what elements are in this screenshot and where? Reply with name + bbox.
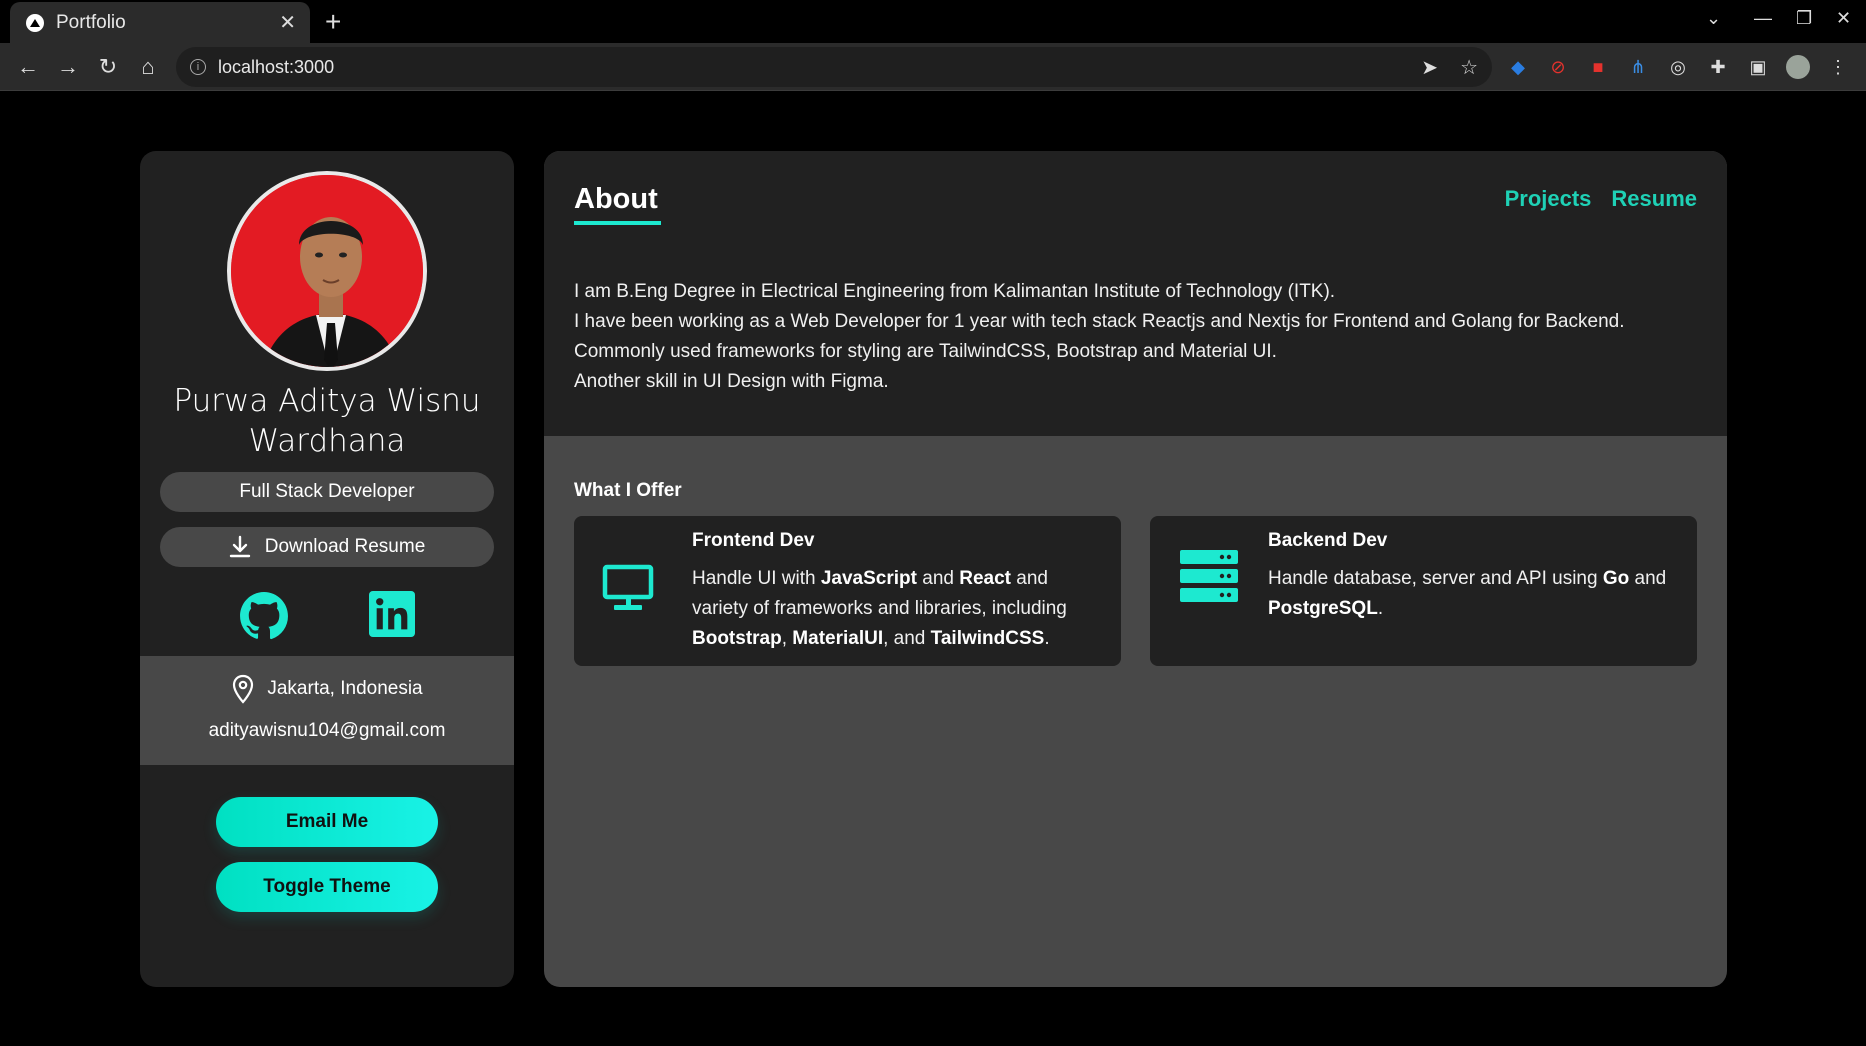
address-bar[interactable]: i localhost:3000 ➤ ☆ bbox=[176, 47, 1492, 87]
tab-about[interactable]: About bbox=[574, 183, 658, 216]
tab-title: Portfolio bbox=[56, 11, 126, 33]
card-description: Handle database, server and API using Go… bbox=[1268, 564, 1668, 624]
reload-icon[interactable]: ↻ bbox=[94, 53, 122, 81]
role-badge: Full Stack Developer bbox=[160, 472, 494, 512]
email-text: adityawisnu104@gmail.com bbox=[208, 720, 446, 741]
extension-diamond-icon[interactable]: ◆ bbox=[1506, 55, 1530, 79]
main-panel: About Projects Resume I am B.Eng Degree … bbox=[544, 151, 1727, 987]
card-text-bold: MaterialUI bbox=[792, 628, 884, 649]
download-icon bbox=[229, 535, 250, 558]
offer-card-frontend: Frontend Dev Handle UI with JavaScript a… bbox=[574, 516, 1121, 666]
about-line: I am B.Eng Degree in Electrical Engineer… bbox=[574, 281, 1336, 302]
home-icon[interactable]: ⌂ bbox=[134, 53, 162, 81]
card-text-part: , bbox=[781, 628, 793, 649]
side-panel-icon[interactable]: ▣ bbox=[1746, 55, 1770, 79]
server-icon bbox=[1180, 550, 1238, 602]
forward-icon[interactable]: → bbox=[54, 53, 82, 81]
card-text-part: . bbox=[1044, 628, 1050, 649]
card-text-part: and bbox=[916, 568, 960, 589]
github-icon[interactable] bbox=[239, 591, 289, 641]
extension-target-icon[interactable]: ◎ bbox=[1666, 55, 1690, 79]
avatar bbox=[227, 171, 427, 371]
tab-search-icon[interactable]: ⌄ bbox=[1706, 8, 1721, 29]
card-text-bold: JavaScript bbox=[820, 568, 917, 589]
url-text: localhost:3000 bbox=[218, 56, 335, 77]
location-row: Jakarta, Indonesia bbox=[140, 674, 514, 704]
download-resume-label: Download Resume bbox=[264, 536, 426, 557]
about-section: About Projects Resume I am B.Eng Degree … bbox=[544, 151, 1727, 436]
card-text-part: , and bbox=[883, 628, 931, 649]
extension-block-icon[interactable]: ⊘ bbox=[1546, 55, 1570, 79]
extensions-puzzle-icon[interactable]: ✚ bbox=[1706, 55, 1730, 79]
tab-close-button[interactable]: ✕ bbox=[279, 10, 296, 35]
card-title: Frontend Dev bbox=[692, 530, 815, 551]
offer-heading: What I Offer bbox=[574, 480, 682, 501]
card-text-bold: Bootstrap bbox=[692, 628, 782, 649]
extension-graph-icon[interactable]: ⋔ bbox=[1626, 55, 1650, 79]
card-text-bold: PostgreSQL bbox=[1268, 598, 1378, 619]
email-me-button[interactable]: Email Me bbox=[216, 797, 438, 847]
card-text-part: . bbox=[1377, 598, 1384, 619]
profile-card: Purwa Aditya Wisnu Wardhana Full Stack D… bbox=[140, 151, 514, 987]
vercel-favicon-icon bbox=[26, 13, 44, 32]
location-pin-icon bbox=[233, 674, 254, 704]
new-tab-button[interactable]: + bbox=[325, 6, 341, 38]
browser-menu-icon[interactable]: ⋮ bbox=[1826, 55, 1850, 79]
page: Purwa Aditya Wisnu Wardhana Full Stack D… bbox=[0, 92, 1866, 1046]
linkedin-icon[interactable] bbox=[369, 591, 415, 637]
toggle-theme-button[interactable]: Toggle Theme bbox=[216, 862, 438, 912]
top-nav: Projects Resume bbox=[1505, 186, 1697, 212]
back-icon[interactable]: ← bbox=[14, 53, 42, 81]
about-line: Another skill in UI Design with Figma. bbox=[574, 371, 889, 392]
restore-icon[interactable]: ❐ bbox=[1796, 8, 1812, 29]
card-text-part: Handle database, server and API using bbox=[1268, 568, 1603, 589]
profile-name: Purwa Aditya Wisnu Wardhana bbox=[173, 383, 481, 459]
card-text-part: Handle UI with bbox=[692, 568, 821, 589]
nav-link-resume[interactable]: Resume bbox=[1611, 186, 1697, 212]
card-text-bold: React bbox=[959, 568, 1011, 589]
card-text-bold: Go bbox=[1602, 568, 1630, 589]
active-tab-underline bbox=[574, 221, 661, 225]
role-label: Full Stack Developer bbox=[239, 481, 415, 502]
monitor-icon bbox=[602, 564, 654, 610]
card-title: Backend Dev bbox=[1268, 530, 1388, 551]
site-info-icon[interactable]: i bbox=[190, 59, 206, 75]
bookmark-star-icon[interactable]: ☆ bbox=[1460, 55, 1478, 80]
browser-toolbar: ← → ↻ ⌂ i localhost:3000 ➤ ☆ ◆ ⊘ ■ ⋔ ◎ ✚… bbox=[0, 43, 1866, 91]
profile-avatar-icon[interactable] bbox=[1786, 55, 1810, 79]
offer-card-backend: Backend Dev Handle database, server and … bbox=[1150, 516, 1697, 666]
minimize-icon[interactable]: — bbox=[1754, 8, 1772, 29]
social-links bbox=[140, 591, 514, 641]
browser-tabbar: Portfolio ✕ + ⌄ — ❐ ✕ bbox=[0, 0, 1866, 43]
card-text-part: and bbox=[1629, 568, 1667, 589]
card-text-bold: TailwindCSS bbox=[930, 628, 1045, 649]
download-resume-button[interactable]: Download Resume bbox=[160, 527, 494, 567]
toggle-theme-label: Toggle Theme bbox=[263, 876, 391, 897]
nav-link-projects[interactable]: Projects bbox=[1505, 186, 1592, 212]
browser-tab[interactable]: Portfolio ✕ bbox=[10, 2, 310, 43]
about-text: I am B.Eng Degree in Electrical Engineer… bbox=[574, 277, 1624, 397]
extension-red-icon[interactable]: ■ bbox=[1586, 55, 1610, 79]
about-line: I have been working as a Web Developer f… bbox=[574, 311, 1625, 332]
profile-photo-icon bbox=[231, 175, 423, 367]
card-description: Handle UI with JavaScript and React and … bbox=[692, 564, 1092, 654]
contact-info: Jakarta, Indonesia adityawisnu104@gmail.… bbox=[140, 656, 514, 765]
about-line: Commonly used frameworks for styling are… bbox=[574, 341, 1277, 362]
email-me-label: Email Me bbox=[285, 811, 369, 832]
location-text: Jakarta, Indonesia bbox=[267, 678, 423, 699]
send-icon[interactable]: ➤ bbox=[1421, 55, 1438, 80]
close-window-icon[interactable]: ✕ bbox=[1836, 8, 1851, 29]
